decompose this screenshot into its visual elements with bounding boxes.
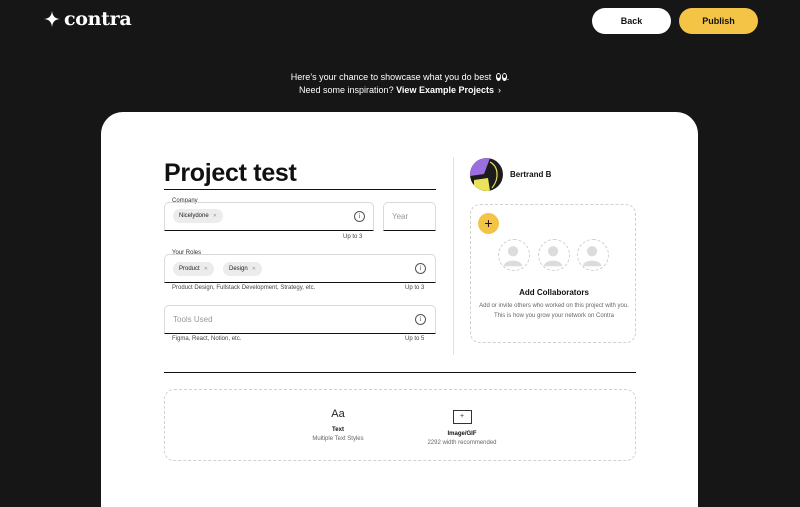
text-icon: Aa xyxy=(331,408,345,420)
top-bar: contra Back Publish xyxy=(0,0,800,42)
block-title: Image/GIF xyxy=(447,431,477,437)
roles-examples: Product Design, Fullstack Development, S… xyxy=(172,285,316,291)
add-collaborator-icon[interactable]: + xyxy=(478,213,499,234)
project-editor-card: Project test Company Nicelydone ✕ i Up to… xyxy=(101,112,698,507)
image-block-option[interactable]: + Image/GIF 2292 width recommended xyxy=(412,410,512,446)
info-icon[interactable]: i xyxy=(354,211,365,222)
company-field[interactable]: Nicelydone ✕ i xyxy=(164,202,374,231)
collaborators-description: Add or invite others who worked on this … xyxy=(479,303,629,319)
back-button[interactable]: Back xyxy=(592,8,671,34)
tools-field[interactable]: Tools Used i xyxy=(164,305,436,334)
image-icon: + xyxy=(452,410,472,424)
avatar[interactable] xyxy=(470,158,503,191)
publish-button[interactable]: Publish xyxy=(679,8,758,34)
block-subtitle: 2292 width recommended xyxy=(427,440,497,446)
user-name: Bertrand B xyxy=(510,170,552,179)
tools-examples: Figma, React, Notion, etc. xyxy=(172,336,242,342)
block-title: Text xyxy=(332,427,344,433)
remove-icon[interactable]: ✕ xyxy=(252,266,256,272)
placeholder-avatar-icon xyxy=(498,239,530,271)
year-placeholder: Year xyxy=(392,212,409,221)
add-collaborators-title: Add Collaborators xyxy=(519,288,589,297)
block-subtitle: Multiple Text Styles xyxy=(312,436,364,442)
project-title[interactable]: Project test xyxy=(164,159,297,188)
section-divider xyxy=(164,372,636,373)
roles-hint: Up to 3 xyxy=(405,285,425,291)
intro-text: Here’s your chance to showcase what you … xyxy=(290,72,510,95)
roles-field[interactable]: Product ✕ Design ✕ i xyxy=(164,254,436,283)
tools-placeholder: Tools Used xyxy=(173,315,213,324)
eyes-icon xyxy=(495,73,507,81)
company-chip[interactable]: Nicelydone ✕ xyxy=(173,209,223,223)
role-chip[interactable]: Design ✕ xyxy=(223,262,262,276)
placeholder-avatar-icon xyxy=(538,239,570,271)
year-field[interactable]: Year xyxy=(383,202,436,231)
chevron-right-icon: › xyxy=(497,85,501,95)
sparkle-icon xyxy=(44,11,60,27)
placeholder-avatar-icon xyxy=(577,239,609,271)
collaborators-box[interactable]: + Add Collaborators Add or invite others… xyxy=(470,204,636,343)
column-divider xyxy=(453,157,454,355)
info-icon[interactable]: i xyxy=(415,263,426,274)
intro-line: Here’s your chance to showcase what you … xyxy=(290,72,492,82)
logo-wordmark: contra xyxy=(64,8,132,30)
info-icon[interactable]: i xyxy=(415,314,426,325)
remove-icon[interactable]: ✕ xyxy=(213,213,217,219)
tools-hint: Up to 5 xyxy=(405,336,425,342)
title-underline xyxy=(164,189,436,190)
add-block-area: Aa Text Multiple Text Styles + Image/GIF… xyxy=(164,389,636,461)
text-block-option[interactable]: Aa Text Multiple Text Styles xyxy=(298,408,378,442)
contra-logo[interactable]: contra xyxy=(44,8,132,30)
view-examples-link[interactable]: View Example Projects xyxy=(396,85,494,95)
role-chip[interactable]: Product ✕ xyxy=(173,262,214,276)
company-hint: Up to 3 xyxy=(343,234,363,240)
inspiration-prompt: Need some inspiration? xyxy=(299,85,394,95)
remove-icon[interactable]: ✕ xyxy=(204,266,208,272)
